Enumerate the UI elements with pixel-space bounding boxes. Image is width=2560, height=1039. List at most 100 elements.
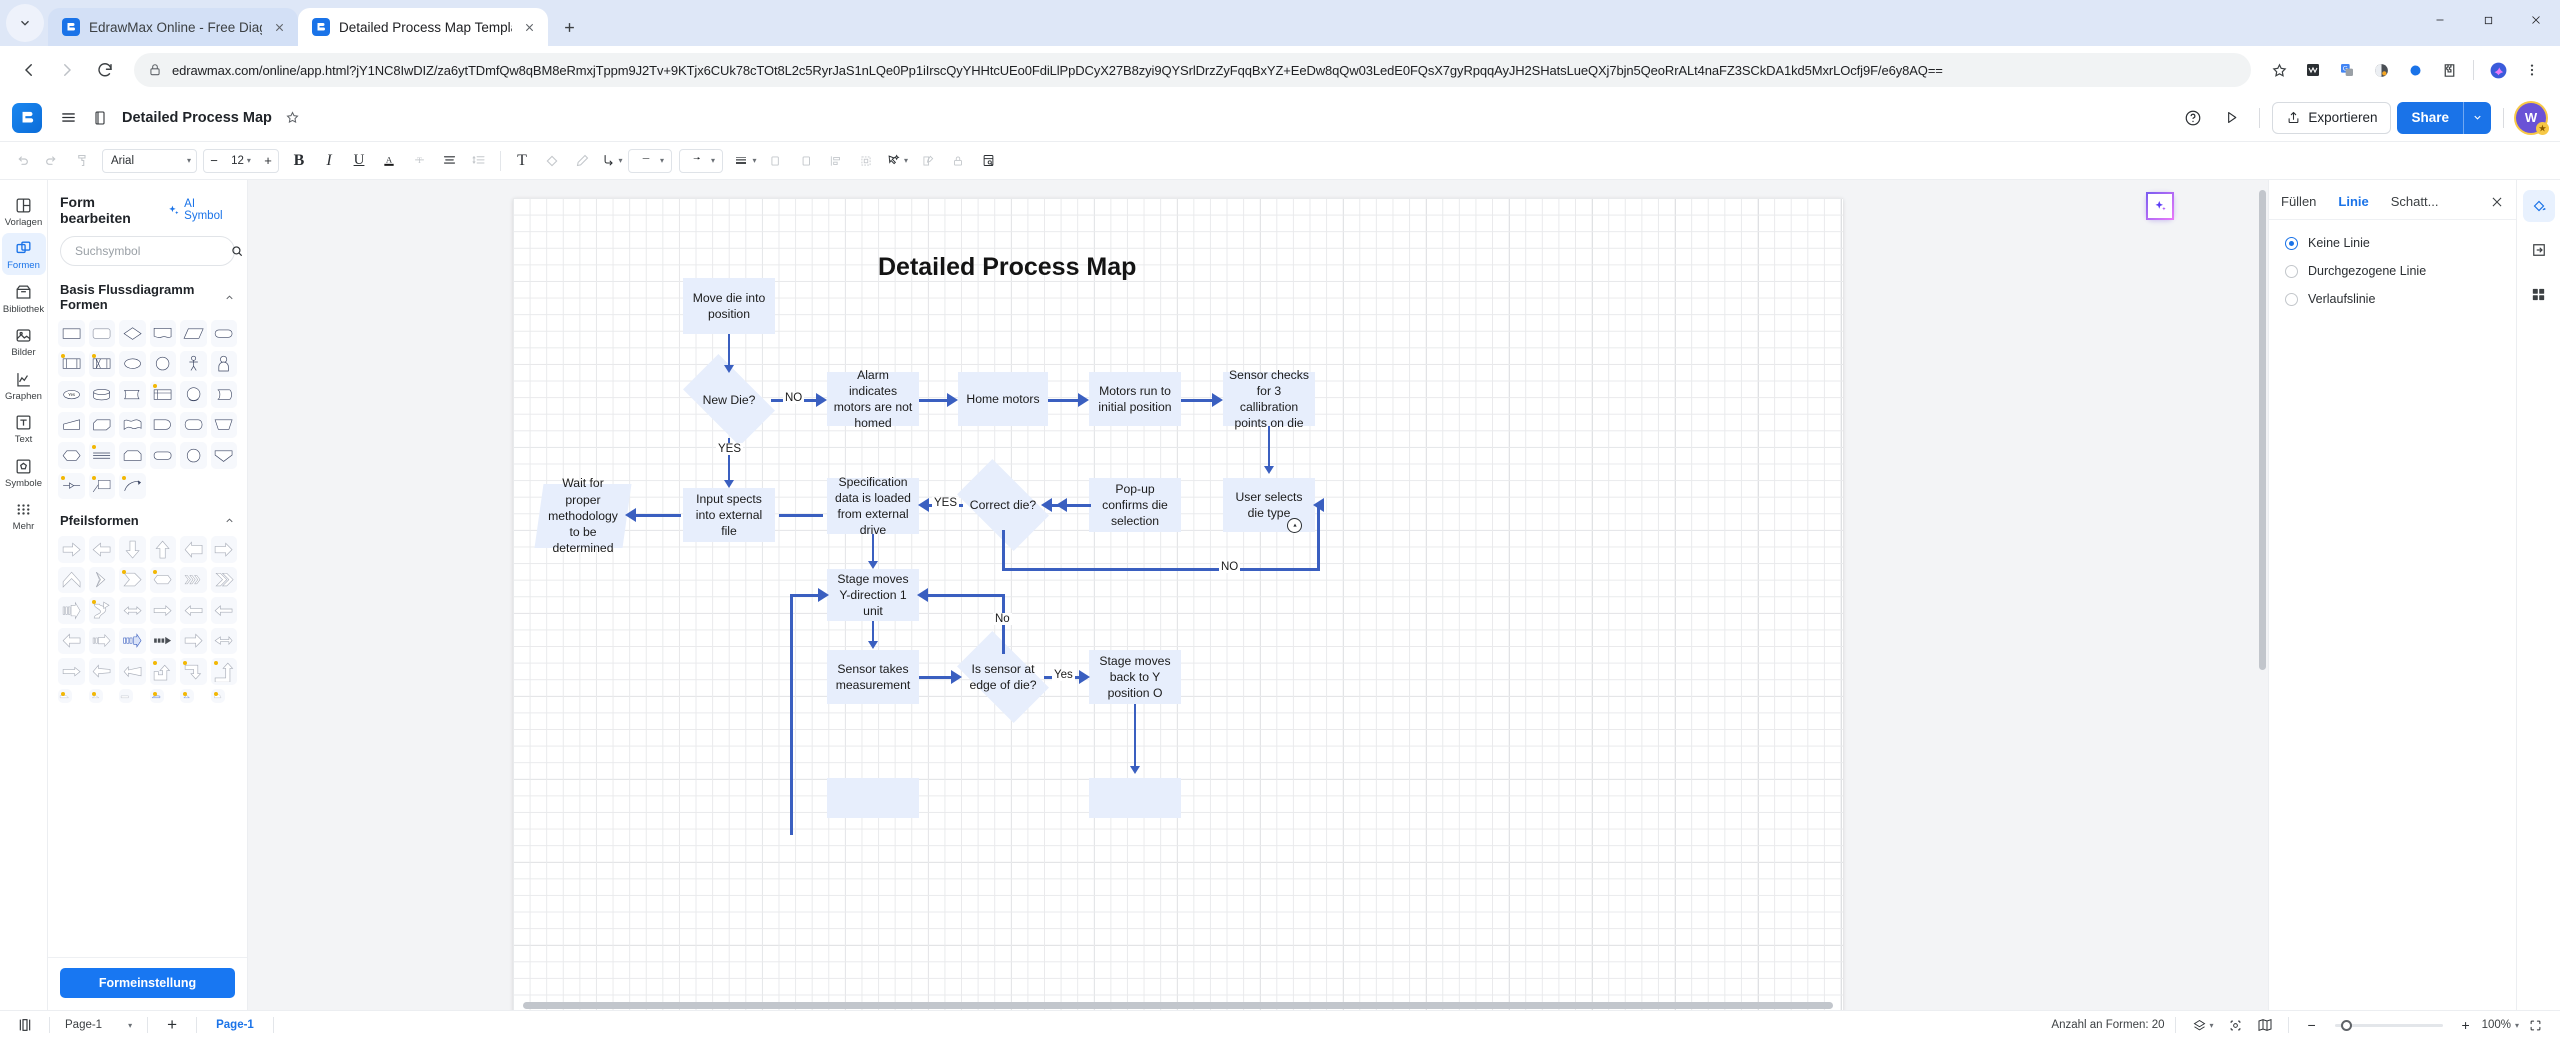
layers-icon[interactable]: ▾ <box>2186 1013 2220 1037</box>
arrow-line-right[interactable] <box>58 658 85 685</box>
document-title[interactable]: Detailed Process Map <box>122 110 272 126</box>
shape-hexagon-round[interactable] <box>180 411 207 438</box>
arrow-dashed-dark[interactable] <box>149 627 176 654</box>
shape-internal-storage[interactable] <box>88 350 115 377</box>
browser-tab-1[interactable]: EdrawMax Online - Free Diagram <box>48 8 298 46</box>
bookmark-star-icon[interactable] <box>2263 54 2295 86</box>
avatar[interactable]: W ★ <box>2516 102 2549 135</box>
address-bar[interactable]: edrawmax.com/online/app.html?jY1NC8IwDIZ… <box>134 53 2251 87</box>
shape-wave[interactable] <box>119 411 146 438</box>
zoom-slider[interactable] <box>2334 1019 2443 1031</box>
arrow-pentagon-right[interactable] <box>119 566 146 593</box>
flow-node-sensor-takes[interactable]: Sensor takes measurement <box>827 650 919 704</box>
flow-node-wait-methodology[interactable]: Wait for proper methodology to be determ… <box>534 476 632 555</box>
edrawmax-logo-icon[interactable] <box>12 102 42 133</box>
fill-icon[interactable] <box>538 147 566 175</box>
option-durchgezogene-linie[interactable]: Durchgezogene Linie <box>2285 264 2500 278</box>
copy-icon[interactable] <box>762 147 790 175</box>
translate-icon[interactable]: G <box>2331 54 2363 86</box>
connector-icon[interactable]: ▾ <box>598 147 626 175</box>
format-painter-icon[interactable] <box>68 147 96 175</box>
sidebar-item-bilder[interactable]: Bilder <box>2 320 46 361</box>
arrow-style-icon[interactable]: ▾ <box>679 148 723 173</box>
arrow-sharp-left[interactable] <box>119 658 146 685</box>
shape-hexagon[interactable] <box>58 442 85 469</box>
minimize-icon[interactable] <box>2416 0 2464 40</box>
zoom-out-button[interactable]: − <box>2299 1013 2325 1037</box>
panel-toggle-icon[interactable] <box>12 1013 38 1037</box>
arrow-striped-right[interactable] <box>58 597 85 624</box>
radio-icon[interactable] <box>2285 236 2298 250</box>
shape-document[interactable] <box>149 320 176 347</box>
arrow-elbow-down[interactable] <box>180 658 207 685</box>
arrow-chevron-right[interactable] <box>88 566 115 593</box>
font-size-stepper[interactable]: − 12 ▾ + <box>203 148 279 173</box>
mail-icon[interactable] <box>2297 54 2329 86</box>
canvas-area[interactable]: Detailed Process Map Move die into posit… <box>248 180 2268 1010</box>
flow-node-sensor-checks[interactable]: Sensor checks for 3 callibration points … <box>1223 368 1315 430</box>
arrow-up[interactable] <box>149 536 176 563</box>
arrow-outline-right2[interactable] <box>180 627 207 654</box>
increase-font-size-button[interactable]: + <box>258 153 278 168</box>
close-icon[interactable] <box>271 19 288 36</box>
arrow-double-hexagon[interactable] <box>149 566 176 593</box>
shape-trapezoid[interactable] <box>210 411 237 438</box>
more-icon[interactable] <box>2516 54 2548 86</box>
group-icon[interactable] <box>852 147 880 175</box>
fullscreen-icon[interactable] <box>2522 1013 2548 1037</box>
decrease-font-size-button[interactable]: − <box>204 153 224 168</box>
bold-button[interactable]: B <box>285 147 313 175</box>
undo-icon[interactable] <box>8 147 36 175</box>
sidebar-item-formen[interactable]: Formen <box>1 233 46 275</box>
flow-node-home-motors[interactable]: Home motors <box>958 372 1048 426</box>
blue-dot-icon[interactable] <box>2399 54 2431 86</box>
scrollbar-thumb[interactable] <box>523 1002 1833 1009</box>
arrow-partial-2[interactable] <box>88 688 103 703</box>
shape-circle-offset[interactable] <box>180 381 207 408</box>
edge-copilot-icon[interactable] <box>2482 54 2514 86</box>
shape-double-line[interactable] <box>88 442 115 469</box>
line-weight-icon[interactable]: ▾ <box>730 147 760 175</box>
arrow-thin-left[interactable] <box>180 597 207 624</box>
shape-actor[interactable] <box>180 350 207 377</box>
ai-assistant-button[interactable] <box>2146 192 2174 220</box>
shape-circle-outline[interactable] <box>180 442 207 469</box>
flow-node-input-spects[interactable]: Input spects into external file <box>683 488 775 542</box>
page-tab-page-1[interactable]: Page-1 <box>208 1019 262 1031</box>
favorite-star-icon[interactable] <box>280 105 306 131</box>
shape-predefined-process[interactable] <box>58 350 85 377</box>
insert-panel-icon[interactable] <box>2523 234 2555 266</box>
horizontal-scrollbar[interactable] <box>248 1001 2268 1010</box>
arrow-segmented-right[interactable] <box>88 627 115 654</box>
shape-section-pfeilsformen[interactable]: Pfeilsformen <box>58 499 237 536</box>
sidebar-item-text[interactable]: Text <box>2 407 46 448</box>
sidebar-item-mehr[interactable]: Mehr <box>2 494 46 535</box>
browser-tab-2[interactable]: Detailed Process Map Template <box>298 8 548 46</box>
sidebar-item-graphen[interactable]: Graphen <box>2 364 46 405</box>
arrow-triple-chevron[interactable] <box>180 566 207 593</box>
arrow-u-turn-up[interactable] <box>149 658 176 685</box>
arrow-partial-3[interactable] <box>119 688 133 703</box>
close-icon[interactable] <box>2512 0 2560 40</box>
zoom-in-button[interactable]: + <box>2453 1013 2479 1037</box>
flow-node-correct-die[interactable]: Correct die? <box>957 459 1049 551</box>
arrow-down[interactable] <box>119 536 146 563</box>
chevron-down-icon[interactable] <box>2463 101 2491 134</box>
shape-cylinder[interactable] <box>88 381 115 408</box>
shape-parallelogram[interactable] <box>180 320 207 347</box>
shape-settings-button[interactable]: Formeinstellung <box>60 968 235 998</box>
vertical-scrollbar[interactable] <box>2258 190 2267 998</box>
italic-button[interactable]: I <box>315 147 343 175</box>
shape-yes-ellipse[interactable]: Yes <box>58 381 85 408</box>
page-setup-icon[interactable] <box>974 147 1002 175</box>
add-page-button[interactable]: + <box>159 1013 185 1037</box>
new-tab-button[interactable] <box>554 12 584 42</box>
shape-ramp[interactable] <box>58 411 85 438</box>
arrow-partial-6[interactable] <box>210 688 225 703</box>
back-icon[interactable] <box>12 53 46 87</box>
diagram-page[interactable]: Detailed Process Map Move die into posit… <box>513 198 1843 1010</box>
arrow-left[interactable] <box>88 536 115 563</box>
flow-node-alarm[interactable]: Alarm indicates motors are not homed <box>827 368 919 430</box>
edit-icon[interactable] <box>914 147 942 175</box>
font-family-select[interactable]: Arial ▾ <box>102 148 197 173</box>
